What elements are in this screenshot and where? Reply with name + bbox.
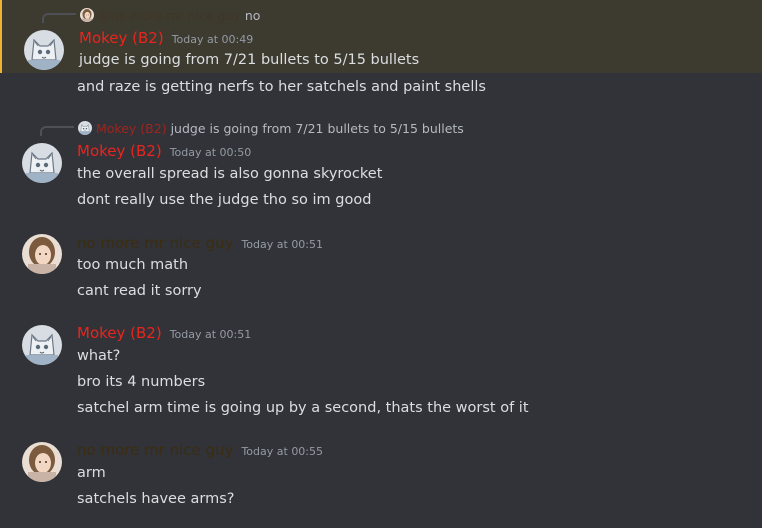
- message-header: no more mr nice guy Today at 00:55: [77, 441, 323, 459]
- timestamp: Today at 00:49: [171, 33, 254, 46]
- message-text: and raze is getting nerfs to her satchel…: [77, 79, 486, 95]
- message-header: no more mr nice guy Today at 00:51: [77, 234, 323, 252]
- reply-preview[interactable]: @no more mr nice guy no: [80, 7, 260, 23]
- reply-spine: [42, 13, 76, 23]
- avatar[interactable]: [22, 442, 62, 482]
- message-text: dont really use the judge tho so im good: [77, 192, 372, 208]
- message-text: bro its 4 numbers: [77, 374, 206, 390]
- message-header: Mokey (B2) Today at 00:50: [77, 142, 251, 160]
- author-name[interactable]: Mokey (B2): [79, 29, 164, 47]
- reply-avatar: [80, 8, 94, 22]
- reply-text: no: [244, 7, 261, 23]
- message-text: the overall spread is also gonna skyrock…: [77, 166, 383, 182]
- message-text: satchels havee arms?: [77, 491, 235, 507]
- author-name[interactable]: Mokey (B2): [77, 142, 162, 160]
- author-name[interactable]: no more mr nice guy: [77, 234, 233, 252]
- message-group[interactable]: @no more mr nice guy no Mokey (B2) Today…: [0, 0, 762, 73]
- author-name[interactable]: Mokey (B2): [77, 324, 162, 342]
- message-text: judge is going from 7/21 bullets to 5/15…: [79, 52, 420, 68]
- reply-avatar: [78, 121, 92, 135]
- timestamp: Today at 00:50: [169, 146, 252, 159]
- reply-text: judge is going from 7/21 bullets to 5/15…: [170, 120, 464, 136]
- reply-preview[interactable]: Mokey (B2) judge is going from 7/21 bull…: [78, 120, 464, 136]
- avatar[interactable]: [22, 143, 62, 183]
- reply-author[interactable]: @no more mr nice guy: [98, 8, 241, 23]
- message-text: too much math: [77, 257, 189, 273]
- avatar[interactable]: [22, 325, 62, 365]
- message-text: cant read it sorry: [77, 283, 202, 299]
- message-header: Mokey (B2) Today at 00:51: [77, 324, 251, 342]
- message-header: Mokey (B2) Today at 00:49: [79, 29, 253, 47]
- chat-messages: @no more mr nice guy no Mokey (B2) Today…: [0, 0, 762, 528]
- reply-spine: [40, 126, 74, 136]
- avatar[interactable]: [22, 234, 62, 274]
- reply-author[interactable]: Mokey (B2): [96, 121, 167, 136]
- message-text: arm: [77, 465, 106, 481]
- message-text: satchel arm time is going up by a second…: [77, 400, 529, 416]
- timestamp: Today at 00:51: [169, 328, 252, 341]
- timestamp: Today at 00:51: [241, 238, 324, 251]
- timestamp: Today at 00:55: [241, 445, 324, 458]
- avatar[interactable]: [24, 30, 64, 70]
- message-text: what?: [77, 348, 121, 364]
- author-name[interactable]: no more mr nice guy: [77, 441, 233, 459]
